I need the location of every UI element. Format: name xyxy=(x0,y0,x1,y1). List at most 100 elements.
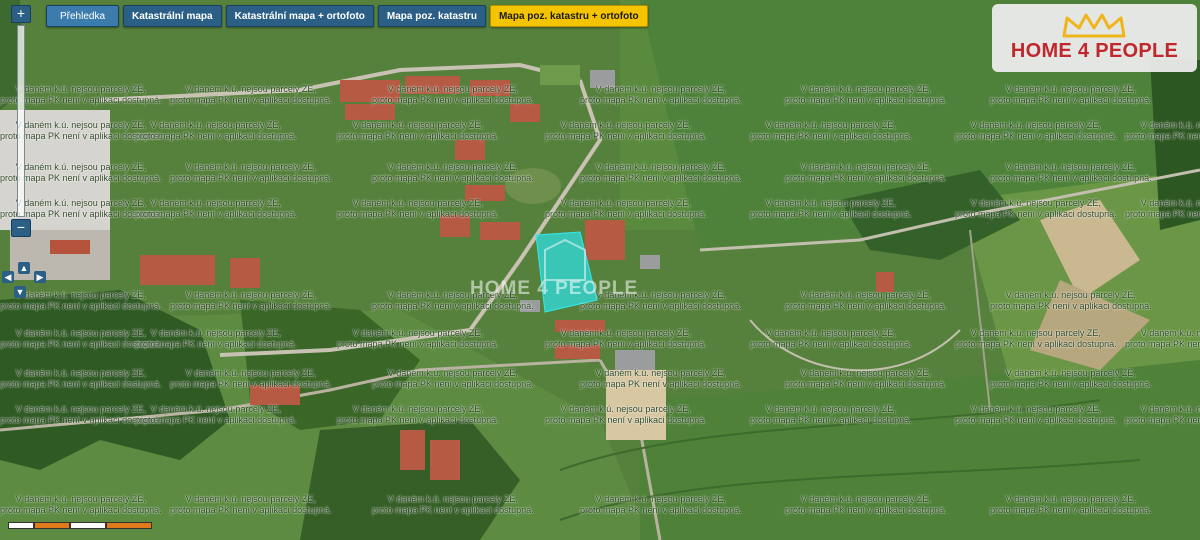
watermark-line-1: V daném k.ú. nejsou parcely ZE, xyxy=(560,404,691,414)
pan-up-icon[interactable]: ▲ xyxy=(18,262,30,274)
watermark-line-2: proto mapa PK není v aplikaci dostupná. xyxy=(0,379,162,389)
watermark-line-2: proto mapa PK není v aplikaci dostupná. xyxy=(135,131,297,141)
watermark-line-2: proto mapa PK není v aplikaci dostupná. xyxy=(785,379,947,389)
map-layer-toolbar: Přehledka Katastrální mapa Katastrální m… xyxy=(46,5,648,27)
watermark-text: V daném k.ú. nejsou parcely ZE,proto map… xyxy=(545,120,707,142)
watermark-line-1: V daném k.ú. nejsou parcely ZE, xyxy=(1140,120,1200,130)
watermark-line-2: proto mapa PK není v aplikaci dostupná. xyxy=(372,301,534,311)
watermark-text: V daném k.ú. nejsou parcely ZE,proto map… xyxy=(580,494,742,516)
watermark-text: V daném k.ú. nejsou parcely ZE,proto map… xyxy=(1125,404,1200,426)
watermark-text: V daném k.ú. nejsou parcely ZE,proto map… xyxy=(580,368,742,390)
watermark-text: V daném k.ú. nejsou parcely ZE,proto map… xyxy=(545,198,707,220)
watermark-line-1: V daném k.ú. nejsou parcely ZE, xyxy=(185,290,316,300)
pan-down-icon[interactable]: ▼ xyxy=(14,286,26,298)
watermark-line-1: V daném k.ú. nejsou parcely ZE, xyxy=(1140,198,1200,208)
watermark-line-2: proto mapa PK není v aplikaci dostupná. xyxy=(990,379,1152,389)
watermark-text: V daném k.ú. nejsou parcely ZE,proto map… xyxy=(372,494,534,516)
watermark-line-2: proto mapa PK není v aplikaci dostupná. xyxy=(170,173,332,183)
cadastral-map-button[interactable]: Katastrální mapa xyxy=(123,5,222,27)
watermark-text: V daném k.ú. nejsou parcely ZE,proto map… xyxy=(990,162,1152,184)
watermark-text: V daném k.ú. nejsou parcely ZE,proto map… xyxy=(170,162,332,184)
map-viewport[interactable]: HOME 4 PEOPLE V daném k.ú. nejsou parcel… xyxy=(0,0,1200,540)
watermark-text: V daném k.ú. nejsou parcely ZE,proto map… xyxy=(785,84,947,106)
watermark-line-2: proto mapa PK není v aplikaci dostupná. xyxy=(372,505,534,515)
watermark-line-1: V daném k.ú. nejsou parcely ZE, xyxy=(1005,494,1136,504)
watermark-text: V daném k.ú. nejsou parcely ZE,proto map… xyxy=(955,328,1117,350)
watermark-line-1: V daném k.ú. nejsou parcely ZE, xyxy=(352,198,483,208)
watermark-text: V daném k.ú. nejsou parcely ZE,proto map… xyxy=(990,494,1152,516)
watermark-text: V daném k.ú. nejsou parcely ZE,proto map… xyxy=(170,290,332,312)
watermark-line-2: proto mapa PK není v aplikaci dostupná. xyxy=(372,379,534,389)
watermark-text: V daném k.ú. nejsou parcely ZE,proto map… xyxy=(337,404,499,426)
land-cadastre-button[interactable]: Mapa poz. katastru xyxy=(377,5,486,27)
overview-button[interactable]: Přehledka xyxy=(46,5,119,27)
watermark-line-1: V daném k.ú. nejsou parcely ZE, xyxy=(387,368,518,378)
watermark-text: V daném k.ú. nejsou parcely ZE,proto map… xyxy=(955,120,1117,142)
watermark-line-2: proto mapa PK není v aplikaci dostupná. xyxy=(372,95,534,105)
watermark-line-2: proto mapa PK není v aplikaci dostupná. xyxy=(170,301,332,311)
watermark-text: V daném k.ú. nejsou parcely ZE,proto map… xyxy=(135,198,297,220)
watermark-line-2: proto mapa PK není v aplikaci dostupná. xyxy=(785,95,947,105)
pan-right-icon[interactable]: ▶ xyxy=(34,271,46,283)
watermark-line-1: V daném k.ú. nejsou parcely ZE, xyxy=(970,120,1101,130)
pan-left-icon[interactable]: ◀ xyxy=(2,271,14,283)
watermark-text: V daném k.ú. nejsou parcely ZE,proto map… xyxy=(580,162,742,184)
watermark-line-1: V daném k.ú. nejsou parcely ZE, xyxy=(800,290,931,300)
watermark-line-1: V daném k.ú. nejsou parcely ZE, xyxy=(185,368,316,378)
watermark-text: V daném k.ú. nejsou parcely ZE,proto map… xyxy=(170,368,332,390)
watermark-text: V daném k.ú. nejsou parcely ZE,proto map… xyxy=(955,404,1117,426)
watermark-line-2: proto mapa PK není v aplikaci dostupná. xyxy=(1125,209,1200,219)
watermark-text: V daném k.ú. nejsou parcely ZE,proto map… xyxy=(170,84,332,106)
watermark-text: V daném k.ú. nejsou parcely ZE,proto map… xyxy=(785,290,947,312)
watermark-line-2: proto mapa PK není v aplikaci dostupná. xyxy=(337,131,499,141)
watermark-text: V daném k.ú. nejsou parcely ZE,proto map… xyxy=(750,328,912,350)
watermark-line-1: V daném k.ú. nejsou parcely ZE, xyxy=(1005,290,1136,300)
watermark-line-1: V daném k.ú. nejsou parcely ZE, xyxy=(560,328,691,338)
watermark-line-1: V daném k.ú. nejsou parcely ZE, xyxy=(765,198,896,208)
watermark-line-1: V daném k.ú. nejsou parcely ZE, xyxy=(970,328,1101,338)
watermark-line-2: proto mapa PK není v aplikaci dostupná. xyxy=(750,209,912,219)
watermark-line-2: proto mapa PK není v aplikaci dostupná. xyxy=(135,209,297,219)
watermark-line-2: proto mapa PK není v aplikaci dostupná. xyxy=(135,339,297,349)
watermark-line-2: proto mapa PK není v aplikaci dostupná. xyxy=(580,505,742,515)
watermark-text: V daném k.ú. nejsou parcely ZE,proto map… xyxy=(1125,120,1200,142)
watermark-text: V daném k.ú. nejsou parcely ZE,proto map… xyxy=(372,368,534,390)
watermark-line-2: proto mapa PK není v aplikaci dostupná. xyxy=(785,173,947,183)
watermark-line-2: proto mapa PK není v aplikaci dostupná. xyxy=(750,415,912,425)
watermark-line-2: proto mapa PK není v aplikaci dostupná. xyxy=(750,339,912,349)
watermark-text: V daném k.ú. nejsou parcely ZE,proto map… xyxy=(545,328,707,350)
watermark-text: V daném k.ú. nejsou parcely ZE,proto map… xyxy=(1125,328,1200,350)
watermark-line-2: proto mapa PK není v aplikaci dostupná. xyxy=(990,173,1152,183)
home4people-logo: HOME 4 PEOPLE xyxy=(992,4,1197,72)
watermark-line-2: proto mapa PK není v aplikaci dostupná. xyxy=(337,339,499,349)
watermark-line-1: V daném k.ú. nejsou parcely ZE, xyxy=(970,198,1101,208)
zoom-in-button[interactable]: + xyxy=(11,5,31,23)
watermark-text: V daném k.ú. nejsou parcely ZE,proto map… xyxy=(170,494,332,516)
watermark-line-1: V daném k.ú. nejsou parcely ZE, xyxy=(15,494,146,504)
watermark-line-2: proto mapa PK není v aplikaci dostupná. xyxy=(337,415,499,425)
watermark-text: V daném k.ú. nejsou parcely ZE,proto map… xyxy=(135,120,297,142)
watermark-line-1: V daném k.ú. nejsou parcely ZE, xyxy=(800,84,931,94)
watermark-line-2: proto mapa PK není v aplikaci dostupná. xyxy=(372,173,534,183)
watermark-text: V daném k.ú. nejsou parcely ZE,proto map… xyxy=(0,368,162,390)
watermark-line-1: V daném k.ú. nejsou parcely ZE, xyxy=(800,368,931,378)
watermark-line-2: proto mapa PK není v aplikaci dostupná. xyxy=(135,415,297,425)
center-watermark: HOME 4 PEOPLE xyxy=(470,278,639,299)
watermark-text: V daném k.ú. nejsou parcely ZE,proto map… xyxy=(337,328,499,350)
watermark-line-1: V daném k.ú. nejsou parcely ZE, xyxy=(560,120,691,130)
watermark-line-1: V daném k.ú. nejsou parcely ZE, xyxy=(352,404,483,414)
land-cadastre-ortho-button[interactable]: Mapa poz. katastru + ortofoto xyxy=(489,5,648,27)
pan-control: ▲ ◀ ▶ ▼ xyxy=(2,262,46,306)
watermark-line-1: V daném k.ú. nejsou parcely ZE, xyxy=(1005,368,1136,378)
watermark-text: V daném k.ú. nejsou parcely ZE,proto map… xyxy=(372,84,534,106)
watermark-text: V daném k.ú. nejsou parcely ZE,proto map… xyxy=(580,84,742,106)
watermark-line-2: proto mapa PK není v aplikaci dostupná. xyxy=(580,301,742,311)
watermark-line-2: proto mapa PK není v aplikaci dostupná. xyxy=(337,209,499,219)
watermark-line-1: V daném k.ú. nejsou parcely ZE, xyxy=(800,494,931,504)
watermark-line-2: proto mapa PK není v aplikaci dostupná. xyxy=(990,95,1152,105)
zoom-out-button[interactable]: − xyxy=(11,219,31,237)
watermark-line-1: V daném k.ú. nejsou parcely ZE, xyxy=(560,198,691,208)
zoom-slider[interactable] xyxy=(17,25,25,217)
cadastral-ortho-button[interactable]: Katastrální mapa + ortofoto xyxy=(225,5,374,27)
watermark-text: V daném k.ú. nejsou parcely ZE,proto map… xyxy=(135,404,297,426)
